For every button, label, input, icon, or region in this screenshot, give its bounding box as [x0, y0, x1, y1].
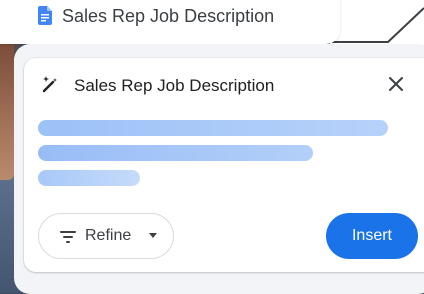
background-card-corner	[330, 0, 424, 46]
background-hair	[0, 40, 14, 180]
doc-title: Sales Rep Job Description	[62, 6, 275, 26]
insert-button[interactable]: Insert	[326, 213, 418, 259]
google-docs-icon	[38, 6, 52, 25]
loading-placeholder-line	[38, 145, 313, 161]
loading-placeholder-line	[38, 170, 140, 186]
filter-icon	[60, 231, 76, 243]
doc-chip[interactable]: Sales Rep Job Description	[0, 0, 340, 44]
card-title: Sales Rep Job Description	[74, 76, 275, 95]
loading-placeholder-line	[38, 120, 388, 136]
caret-down-icon	[149, 233, 157, 238]
refine-label: Refine	[85, 227, 132, 244]
magic-wand-icon	[42, 76, 57, 93]
refine-button[interactable]: Refine	[38, 213, 174, 259]
generation-card: Sales Rep Job Description Refine Insert	[24, 58, 424, 272]
close-icon[interactable]	[386, 74, 406, 94]
